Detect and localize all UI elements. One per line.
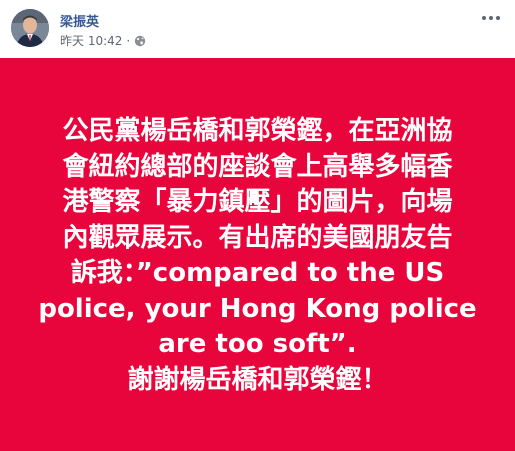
post-timestamp[interactable]: 昨天 10:42 bbox=[60, 32, 122, 49]
more-options-icon-dot bbox=[496, 16, 500, 20]
author-avatar[interactable] bbox=[11, 9, 49, 47]
meta-separator: · bbox=[126, 33, 131, 48]
globe-icon[interactable] bbox=[134, 35, 146, 47]
more-options-icon bbox=[482, 16, 486, 20]
image-text-line: 謝謝楊岳橋和郭榮鏗！ bbox=[127, 364, 388, 395]
image-text-line: are too soft”. bbox=[158, 329, 357, 359]
image-text-line: 會紐約總部的座談會上高舉多幅香 bbox=[62, 151, 453, 182]
post-header: 梁振英 昨天 10:42 · bbox=[0, 0, 515, 58]
more-options-icon-dot bbox=[489, 16, 493, 20]
image-text: 公民黨楊岳橋和郭榮鏗，在亞洲協 會紐約總部的座談會上高舉多幅香 港警察「暴力鎮壓… bbox=[20, 114, 495, 398]
image-text-line: police, your Hong Kong police bbox=[38, 293, 477, 324]
image-text-line: 公民黨楊岳橋和郭榮鏗，在亞洲協 bbox=[62, 116, 453, 146]
image-text-line: 訴我：”compared to the US bbox=[70, 258, 445, 288]
more-options-button[interactable] bbox=[479, 8, 503, 28]
post-image[interactable]: 公民黨楊岳橋和郭榮鏗，在亞洲協 會紐約總部的座談會上高舉多幅香 港警察「暴力鎮壓… bbox=[0, 58, 515, 451]
post-meta: 昨天 10:42 · bbox=[60, 32, 146, 49]
image-text-line: 港警察「暴力鎮壓」的圖片，向場 bbox=[62, 187, 453, 217]
image-text-line: 內觀眾展示。有出席的美國朋友告 bbox=[62, 222, 453, 253]
avatar-photo bbox=[11, 9, 49, 47]
post-author-name[interactable]: 梁振英 bbox=[60, 11, 99, 30]
